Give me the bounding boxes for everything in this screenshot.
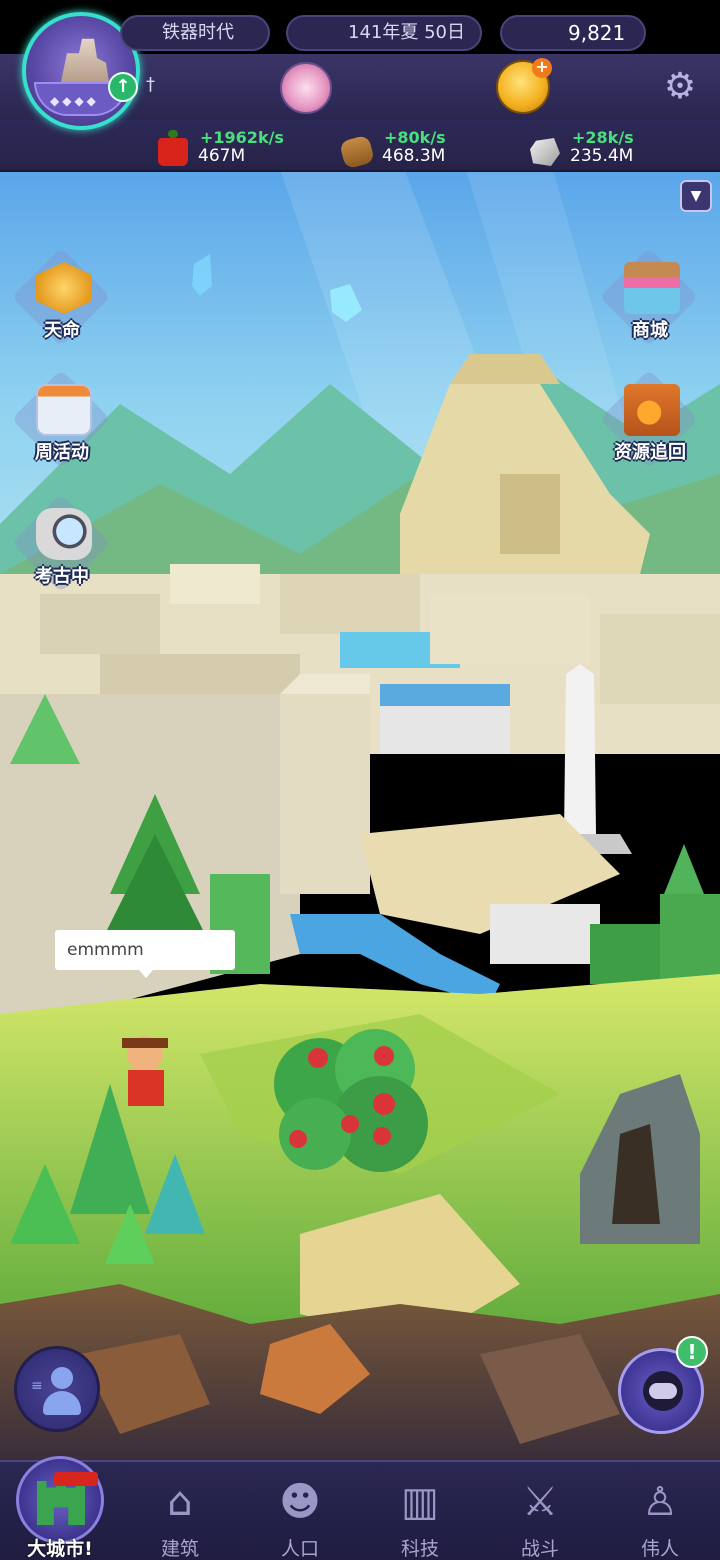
settings-gear-icon[interactable]: ⚙ xyxy=(660,67,700,107)
upgrade-arrow-icon[interactable]: ↑ xyxy=(108,72,138,102)
gold-indicator[interactable]: 9,821 xyxy=(500,15,646,51)
sword-icon: † xyxy=(146,74,155,95)
nav-population-label: 人口 xyxy=(280,1538,319,1560)
stone-rate: +28k/s xyxy=(572,128,634,147)
nav-technology[interactable]: ▥ 科技 xyxy=(360,1462,480,1560)
gold-amount: 9,821 xyxy=(568,21,626,45)
destiny-label: 天命 xyxy=(44,320,80,341)
shop-label: 商城 xyxy=(632,320,668,341)
wood-rate: +80k/s xyxy=(384,128,446,147)
nav-great-people-label: 伟人 xyxy=(640,1538,679,1560)
resource-recovery-label: 资源追回 xyxy=(614,442,686,463)
flag-icon xyxy=(54,1472,98,1486)
wood-amount: 468.3M xyxy=(382,146,446,166)
magnifier-icon xyxy=(36,508,92,560)
nav-city[interactable]: 大城市! xyxy=(0,1456,120,1560)
add-gold-icon[interactable]: + xyxy=(532,58,552,78)
nav-battle[interactable]: ⚔ 战斗 xyxy=(480,1462,600,1560)
nav-population[interactable]: ☻ 人口 xyxy=(240,1462,360,1560)
raccoon-face-icon xyxy=(643,1371,683,1411)
nav-great-people[interactable]: ♙ 伟人 xyxy=(600,1462,720,1560)
apple-icon xyxy=(158,130,188,166)
era-label: 铁器时代 xyxy=(162,22,234,43)
date-indicator[interactable]: 141年夏 50日 xyxy=(286,15,482,51)
stone-amount: 235.4M xyxy=(570,146,634,166)
weekly-events-label: 周活动 xyxy=(35,442,89,463)
dropdown-toggle-icon[interactable]: ▼ xyxy=(680,180,712,212)
food-amount: 467M xyxy=(198,146,246,166)
recovery-box-icon xyxy=(624,384,680,436)
nav-building[interactable]: ⌂ 建筑 xyxy=(120,1462,240,1560)
archaeology-button[interactable]: 考古中 xyxy=(11,493,112,594)
pyramid-icon xyxy=(61,38,109,82)
nav-building-label: 建筑 xyxy=(160,1538,199,1560)
shop-stall-icon xyxy=(624,262,680,314)
nav-city-label: 大城市! xyxy=(27,1538,93,1560)
speech-bubble: emmmm xyxy=(55,930,235,978)
bottom-nav: 大城市! ⌂ 建筑 ☻ 人口 ▥ 科技 ⚔ 战斗 ♙ 伟人 xyxy=(0,1456,720,1560)
destiny-button[interactable]: 天命 xyxy=(11,247,112,348)
era-indicator[interactable]: 铁器时代 xyxy=(120,15,270,51)
statue-icon: ♙ xyxy=(642,1479,678,1525)
crossed-swords-icon: ⚔ xyxy=(522,1479,558,1525)
weekly-events-button[interactable]: 周活动 xyxy=(11,369,112,470)
person-body-icon xyxy=(43,1391,81,1415)
resource-recovery-button[interactable]: 资源追回 xyxy=(599,369,700,470)
speech-text: emmmm xyxy=(67,940,144,960)
list-lines-icon: ≡ xyxy=(31,1378,43,1394)
shop-button[interactable]: 商城 xyxy=(599,247,700,348)
social-button[interactable]: ≡ xyxy=(14,1346,100,1432)
house-icon: ⌂ xyxy=(167,1479,193,1525)
avatar-dots: ◆◆◆◆ xyxy=(50,94,99,108)
lotus-icon xyxy=(280,62,332,114)
nav-technology-label: 科技 xyxy=(400,1538,439,1560)
nav-battle-label: 战斗 xyxy=(520,1538,559,1560)
castle-icon xyxy=(16,1456,104,1544)
date-label: 141年夏 50日 xyxy=(348,22,465,43)
alert-badge: ! xyxy=(676,1336,708,1368)
person-head-icon xyxy=(51,1367,73,1389)
person-icon: ☻ xyxy=(279,1479,321,1525)
book-icon: ▥ xyxy=(401,1479,439,1525)
archaeology-label: 考古中 xyxy=(35,566,89,587)
calendar-icon xyxy=(36,384,92,436)
food-rate: +1962k/s xyxy=(200,128,284,147)
